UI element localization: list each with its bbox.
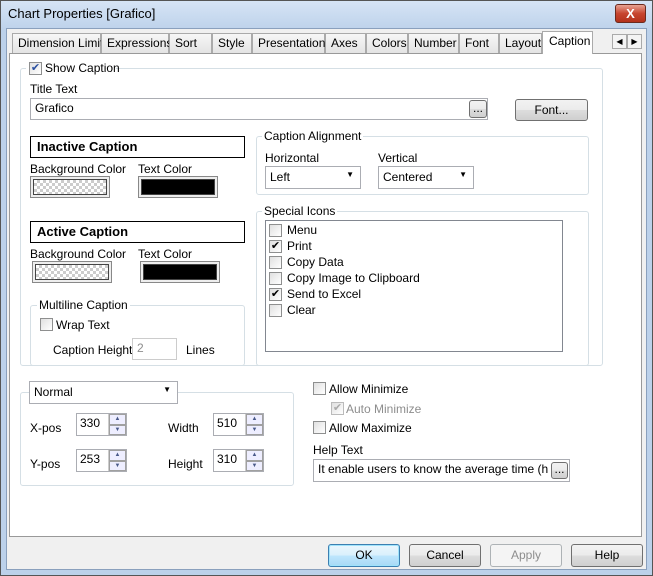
spin-down-icon[interactable]: ▼ [246, 460, 263, 471]
chevron-down-icon: ▼ [346, 170, 354, 179]
tab-presentation[interactable]: Presentation [252, 33, 325, 54]
auto-minimize-label: Auto Minimize [346, 402, 422, 416]
inactive-caption-preview: Inactive Caption [30, 136, 245, 158]
tab-axes[interactable]: Axes [325, 33, 366, 54]
allow-maximize-label: Allow Maximize [329, 421, 412, 435]
special-icon-checkbox[interactable] [269, 224, 282, 237]
title-text-label: Title Text [30, 82, 78, 96]
active-text-color-label: Text Color [138, 247, 193, 261]
active-caption-preview: Active Caption [30, 221, 245, 243]
xpos-value: 330 [80, 416, 101, 430]
special-icon-checkbox[interactable] [269, 256, 282, 269]
ypos-spinner[interactable]: 253 ▲ ▼ [76, 449, 127, 472]
spin-up-icon[interactable]: ▲ [246, 414, 263, 425]
apply-button[interactable]: Apply [490, 544, 562, 567]
help-button[interactable]: Help [571, 544, 643, 567]
tab-sort[interactable]: Sort [169, 33, 212, 54]
tab-number[interactable]: Number [408, 33, 459, 54]
xpos-spinner[interactable]: 330 ▲ ▼ [76, 413, 127, 436]
spin-up-icon[interactable]: ▲ [109, 450, 126, 461]
caption-height-label: Caption Height [53, 343, 133, 357]
height-spinner[interactable]: 310 ▲ ▼ [213, 449, 264, 472]
tab-scroll-right-icon[interactable]: ▶ [627, 34, 642, 49]
active-text-color-button[interactable] [140, 261, 220, 283]
inactive-background-color-label: Background Color [30, 162, 127, 176]
spin-down-icon[interactable]: ▼ [109, 424, 126, 435]
tab-layout[interactable]: Layout [499, 33, 542, 54]
horizontal-label: Horizontal [265, 151, 320, 165]
title-text-input[interactable]: Grafico [30, 98, 488, 120]
horizontal-alignment-select[interactable]: Left ▼ [265, 166, 361, 189]
window-mode-value: Normal [34, 385, 73, 399]
help-text-expression-button[interactable]: ... [551, 462, 568, 479]
special-icon-label: Menu [287, 223, 318, 237]
ypos-value: 253 [80, 452, 101, 466]
show-caption-label: Show Caption [45, 61, 120, 75]
wrap-text-checkbox[interactable] [40, 318, 53, 331]
special-icon-label: Clear [287, 303, 316, 317]
inactive-text-color-label: Text Color [138, 162, 193, 176]
caption-alignment-label: Caption Alignment [262, 129, 364, 143]
caption-height-value: 2 [137, 341, 144, 355]
allow-minimize-label: Allow Minimize [329, 382, 409, 396]
chevron-down-icon: ▼ [459, 170, 467, 179]
wrap-text-label: Wrap Text [56, 318, 110, 332]
help-text-label: Help Text [313, 443, 363, 457]
multiline-caption-label: Multiline Caption [37, 298, 130, 312]
special-icon-checkbox[interactable]: ✔ [269, 288, 282, 301]
tab-caption[interactable]: Caption [542, 31, 593, 54]
xpos-label: X-pos [30, 421, 62, 435]
spin-up-icon[interactable]: ▲ [246, 450, 263, 461]
tab-colors[interactable]: Colors [366, 33, 408, 54]
help-text-input[interactable]: It enable users to know the average time… [313, 459, 570, 482]
height-value: 310 [217, 452, 238, 466]
height-label: Height [168, 457, 203, 471]
special-icon-label: Send to Excel [287, 287, 362, 301]
close-button[interactable]: X [615, 4, 646, 23]
active-background-color-label: Background Color [30, 247, 127, 261]
vertical-alignment-select[interactable]: Centered ▼ [378, 166, 474, 189]
spin-up-icon[interactable]: ▲ [109, 414, 126, 425]
allow-maximize-checkbox[interactable] [313, 421, 326, 434]
spin-down-icon[interactable]: ▼ [246, 424, 263, 435]
chevron-down-icon: ▼ [163, 385, 171, 394]
special-icon-checkbox[interactable] [269, 272, 282, 285]
window-title: Chart Properties [Grafico] [8, 6, 156, 21]
special-icon-label: Copy Data [287, 255, 344, 269]
special-icons-list: Menu ✔ Print Copy Data Copy Image to Clipboa… [265, 220, 563, 352]
width-spinner[interactable]: 510 ▲ ▼ [213, 413, 264, 436]
title-text-expression-button[interactable]: ... [469, 100, 487, 118]
caption-height-input[interactable]: 2 [132, 338, 177, 360]
vertical-alignment-value: Centered [383, 170, 433, 184]
cancel-button[interactable]: Cancel [409, 544, 481, 567]
allow-minimize-checkbox[interactable] [313, 382, 326, 395]
tab-scroll-left-icon[interactable]: ◀ [612, 34, 627, 49]
help-text-value: It enable users to know the average time… [318, 462, 549, 476]
lines-label: Lines [186, 343, 215, 357]
special-icons-label: Special Icons [262, 204, 338, 218]
spin-down-icon[interactable]: ▼ [109, 460, 126, 471]
tab-dimension-limits[interactable]: Dimension Limits [12, 33, 109, 54]
vertical-label: Vertical [378, 151, 418, 165]
ypos-label: Y-pos [30, 457, 61, 471]
special-icon-checkbox[interactable] [269, 304, 282, 317]
inactive-text-color-button[interactable] [138, 176, 218, 198]
horizontal-alignment-value: Left [270, 170, 291, 184]
width-value: 510 [217, 416, 238, 430]
show-caption-checkbox[interactable]: ✔ [29, 62, 42, 75]
special-icon-label: Copy Image to Clipboard [287, 271, 420, 285]
width-label: Width [168, 421, 199, 435]
special-icon-label: Print [287, 239, 312, 253]
active-background-color-button[interactable] [32, 261, 112, 283]
auto-minimize-checkbox[interactable]: ✔ [331, 402, 344, 415]
window-mode-select[interactable]: Normal ▼ [29, 381, 178, 404]
tab-font[interactable]: Font [459, 33, 499, 54]
title-text-value: Grafico [35, 101, 74, 115]
inactive-background-color-button[interactable] [30, 176, 110, 198]
special-icon-checkbox[interactable]: ✔ [269, 240, 282, 253]
tab-style[interactable]: Style [212, 33, 252, 54]
font-button[interactable]: Font... [515, 99, 588, 121]
tab-expressions[interactable]: Expressions [101, 33, 172, 54]
ok-button[interactable]: OK [328, 544, 400, 567]
